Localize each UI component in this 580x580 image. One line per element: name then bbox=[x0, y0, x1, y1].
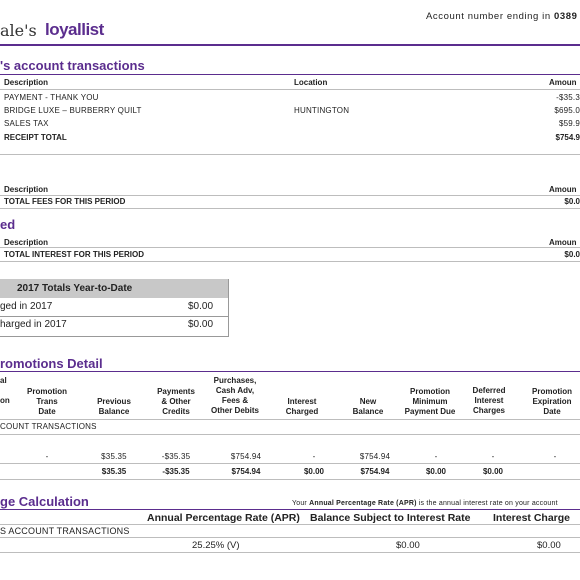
promo-cell: - bbox=[491, 452, 495, 461]
receipt-total-label: RECEIPT TOTAL bbox=[4, 133, 67, 142]
divider bbox=[0, 195, 580, 196]
promotions-title: romotions Detail bbox=[0, 356, 103, 371]
promo-cell: $754.94 bbox=[230, 452, 262, 461]
divider bbox=[0, 154, 580, 155]
promo-group-label: COUNT TRANSACTIONS bbox=[0, 422, 97, 431]
fees-total-amount: $0.0 bbox=[564, 197, 580, 206]
col-amount: Amoun bbox=[549, 78, 577, 87]
header-rule bbox=[0, 44, 580, 46]
promo-col-prev-balance: Previous Balance bbox=[97, 397, 131, 416]
ytd-title: 2017 Totals Year-to-Date bbox=[17, 283, 133, 294]
interest-col-amount: Amoun bbox=[549, 238, 577, 247]
brand-logo-left: ale's bbox=[0, 21, 37, 40]
fees-col-description: Description bbox=[4, 185, 49, 194]
interest-charge-value: $0.00 bbox=[537, 540, 561, 551]
divider bbox=[0, 208, 580, 209]
account-number: Account number ending in 0389 bbox=[426, 11, 578, 22]
promo-col-payments: Payments & Other Credits bbox=[157, 387, 195, 416]
balance-value: $0.00 bbox=[396, 540, 420, 551]
ytd-divider bbox=[0, 316, 228, 317]
divider bbox=[0, 524, 580, 525]
promo-total: $754.94 bbox=[360, 467, 390, 476]
promo-col-min-payment: Promotion Minimum Payment Due bbox=[404, 387, 456, 416]
promo-cell: $754.94 bbox=[359, 452, 391, 461]
divider bbox=[0, 537, 580, 538]
transaction-description: PAYMENT - THANK YOU bbox=[4, 93, 99, 102]
transaction-amount: $695.0 bbox=[554, 106, 580, 115]
col-apr: Annual Percentage Rate (APR) bbox=[147, 512, 300, 524]
divider bbox=[0, 419, 580, 420]
promo-col-deferred: Deferred Interest Charges bbox=[472, 386, 506, 415]
promo-col-new-balance: New Balance bbox=[352, 397, 384, 416]
divider bbox=[0, 479, 580, 480]
promo-col-trans-date: Promotion Trans Date bbox=[27, 387, 67, 416]
promo-col-expiration: Promotion Expiration Date bbox=[532, 387, 572, 416]
fees-col-amount: Amoun bbox=[549, 185, 577, 194]
col-description: Description bbox=[4, 78, 49, 87]
promo-total: $0.00 bbox=[303, 467, 325, 476]
account-number-label: Account number ending in bbox=[426, 11, 551, 22]
ytd-row-label: ged in 2017 bbox=[0, 301, 53, 312]
charge-group-label: S ACCOUNT TRANSACTIONS bbox=[0, 526, 130, 536]
ytd-row-label: harged in 2017 bbox=[0, 319, 67, 330]
divider bbox=[0, 247, 580, 248]
promotions-rule bbox=[0, 371, 580, 372]
promo-cell: $35.35 bbox=[101, 452, 127, 461]
interest-col-description: Description bbox=[4, 238, 49, 247]
apr-value: 25.25% (V) bbox=[192, 540, 240, 551]
promo-total: $35.35 bbox=[101, 467, 127, 476]
transaction-amount: $59.9 bbox=[558, 119, 580, 128]
divider bbox=[0, 552, 580, 553]
ytd-row-amount: $0.00 bbox=[188, 319, 214, 330]
transaction-amount: -$35.3 bbox=[556, 93, 580, 102]
transaction-location: HUNTINGTON bbox=[294, 106, 350, 115]
promo-total: $754.94 bbox=[231, 467, 261, 476]
promo-total: -$35.35 bbox=[162, 467, 190, 476]
account-transactions-rule bbox=[0, 74, 580, 75]
interest-title: ed bbox=[0, 217, 16, 232]
promo-total: $0.00 bbox=[482, 467, 504, 476]
receipt-total-amount: $754.9 bbox=[555, 133, 580, 142]
promo-total: $0.00 bbox=[425, 467, 447, 476]
charge-calc-title: ge Calculation bbox=[0, 494, 89, 509]
promo-col-interest: Interest Charged bbox=[285, 397, 319, 416]
account-number-value: 0389 bbox=[554, 11, 578, 22]
promo-cell: - bbox=[312, 452, 316, 461]
apr-note: Your Annual Percentage Rate (APR) is the… bbox=[292, 500, 558, 507]
loyallist-logo: loyallist bbox=[45, 20, 104, 39]
promo-cell: - bbox=[434, 452, 438, 461]
promo-col-purchases: Purchases, Cash Adv, Fees & Other Debits bbox=[210, 376, 259, 415]
divider bbox=[0, 463, 580, 464]
ytd-row-amount: $0.00 bbox=[188, 301, 214, 312]
account-transactions-title: 's account transactions bbox=[0, 58, 145, 73]
promo-cell: - bbox=[553, 452, 557, 461]
promo-cell: - bbox=[45, 452, 49, 461]
divider bbox=[0, 434, 580, 435]
promo-col-0: al on bbox=[0, 376, 10, 405]
fees-total-label: TOTAL FEES FOR THIS PERIOD bbox=[4, 197, 126, 206]
transaction-description: BRIDGE LUXE – BURBERRY QUILT bbox=[4, 106, 142, 115]
promo-cell: -$35.35 bbox=[161, 452, 191, 461]
transaction-description: SALES TAX bbox=[4, 119, 49, 128]
divider bbox=[0, 261, 580, 262]
charge-calc-rule bbox=[0, 509, 580, 510]
col-interest-charge: Interest Charge bbox=[493, 512, 571, 524]
col-balance-subject: Balance Subject to Interest Rate bbox=[310, 512, 471, 524]
interest-total-label: TOTAL INTEREST FOR THIS PERIOD bbox=[4, 250, 145, 259]
col-location: Location bbox=[294, 78, 328, 87]
interest-total-amount: $0.0 bbox=[564, 250, 580, 259]
divider bbox=[0, 89, 580, 90]
